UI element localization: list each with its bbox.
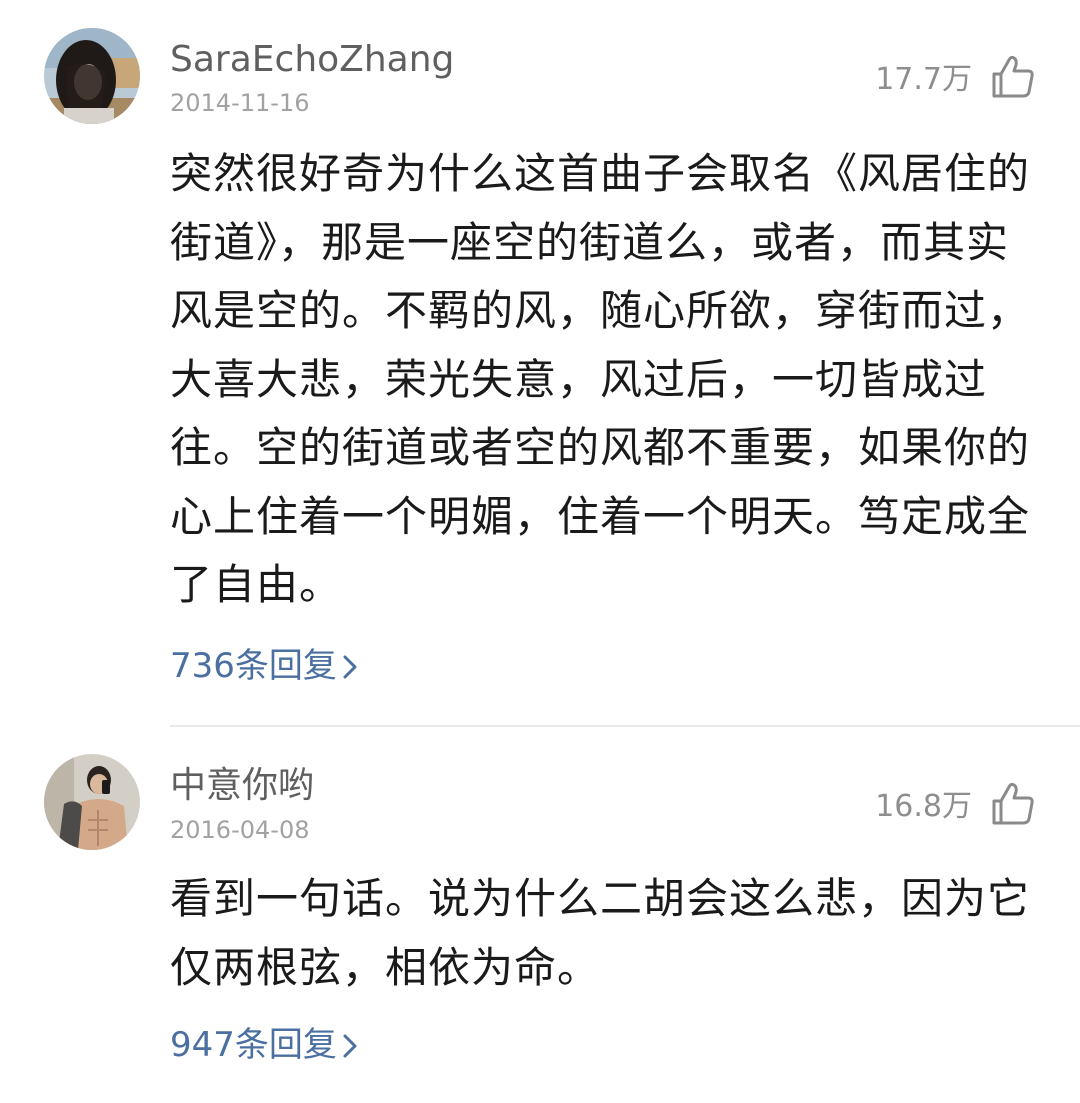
user-avatar[interactable]	[44, 28, 140, 124]
username[interactable]: 中意你哟	[170, 764, 314, 808]
chevron-right-icon	[339, 651, 361, 681]
user-avatar[interactable]	[44, 754, 140, 850]
username[interactable]: SaraEchoZhang	[170, 38, 454, 82]
comment-item: 中意你哟 2016-04-08 16.8万 看到一句话。说为什么二胡会这么悲，因…	[0, 727, 1080, 1103]
avatar-photo	[44, 28, 140, 124]
comment-date: 2014-11-16	[170, 89, 310, 117]
thumbs-up-icon[interactable]	[990, 54, 1036, 100]
replies-count-label: 947条回复	[170, 1025, 337, 1065]
thumbs-up-icon[interactable]	[990, 781, 1036, 827]
comment-text: 突然很好奇为什么这首曲子会取名《风居住的 街道》，那是一座空的街道么，或者，而其…	[170, 149, 1031, 609]
view-replies-link[interactable]: 947条回复	[170, 1025, 361, 1065]
like-count: 17.7万	[875, 62, 972, 97]
like-count: 16.8万	[875, 789, 972, 824]
replies-count-label: 736条回复	[170, 646, 337, 686]
comment-date: 2016-04-08	[170, 816, 310, 844]
comment-text: 看到一句话。说为什么二胡会这么悲，因为它 仅两根弦，相依为命。	[170, 874, 1031, 992]
chevron-right-icon	[339, 1030, 361, 1060]
view-replies-link[interactable]: 736条回复	[170, 646, 361, 686]
avatar-photo	[44, 754, 140, 850]
comment-item: SaraEchoZhang 2014-11-16 17.7万 突然很好奇为什么这…	[0, 0, 1080, 726]
